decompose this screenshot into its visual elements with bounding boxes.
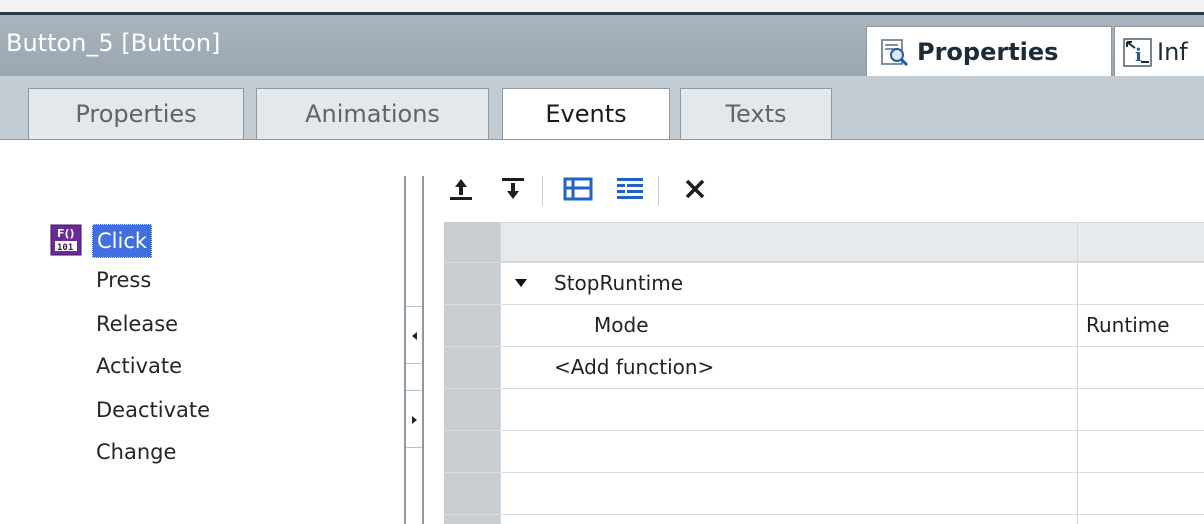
toolbar-separator	[542, 176, 543, 206]
function-name: StopRuntime	[554, 271, 684, 295]
functions-grid: StopRuntime Mode Runtime <Add function>	[444, 222, 1204, 524]
event-item-press[interactable]: Press	[96, 268, 151, 292]
tab-bar-bottom	[0, 139, 1204, 163]
event-item-release[interactable]: Release	[96, 312, 178, 336]
add-function-link[interactable]: <Add function>	[554, 355, 714, 379]
table-row-empty	[444, 472, 1204, 513]
tab-properties[interactable]: Properties	[28, 88, 244, 139]
table-row-empty	[444, 388, 1204, 429]
svg-text:F(): F()	[57, 227, 75, 240]
expand-right-button[interactable]	[406, 390, 422, 448]
expand-icon[interactable]	[562, 174, 593, 204]
event-item-activate[interactable]: Activate	[96, 354, 182, 378]
svg-text:101: 101	[57, 243, 73, 253]
info-icon: i	[1123, 38, 1152, 67]
delete-icon[interactable]	[680, 174, 710, 204]
grid-header	[444, 222, 1204, 262]
move-down-icon[interactable]	[498, 174, 528, 204]
inspector-tab-info-label: Inf	[1157, 38, 1188, 66]
events-list: F() 101 Click Press Release Activate Dea…	[0, 162, 404, 524]
tab-texts[interactable]: Texts	[680, 88, 832, 139]
inspector-tab-properties-label: Properties	[917, 38, 1059, 66]
event-item-change[interactable]: Change	[96, 440, 176, 464]
top-strip	[0, 0, 1204, 12]
move-up-icon[interactable]	[446, 174, 476, 204]
table-row-add-function[interactable]: <Add function>	[444, 346, 1204, 387]
tab-animations[interactable]: Animations	[256, 88, 489, 139]
event-click-label: Click	[92, 224, 153, 258]
window-title: Button_5 [Button]	[6, 29, 221, 57]
table-row-empty	[444, 514, 1204, 524]
table-row-stopruntime[interactable]: StopRuntime	[444, 262, 1204, 303]
event-item-deactivate[interactable]: Deactivate	[96, 398, 210, 422]
table-row-mode[interactable]: Mode Runtime	[444, 304, 1204, 345]
toolbar-separator	[658, 176, 659, 206]
arrow-left-icon	[412, 332, 417, 340]
table-row-empty	[444, 430, 1204, 471]
arrow-right-icon	[412, 416, 417, 424]
functions-toolbar	[424, 162, 1204, 222]
parameter-name: Mode	[594, 313, 649, 337]
magnifier-icon	[881, 39, 909, 67]
title-bar: Button_5 [Button] Properties i Inf	[0, 12, 1204, 79]
pane-splitter[interactable]	[404, 176, 424, 524]
inspector-tab-info[interactable]: i Inf	[1114, 26, 1204, 79]
collapse-left-button[interactable]	[406, 306, 422, 364]
svg-text:i: i	[1135, 45, 1142, 66]
chevron-down-icon[interactable]	[514, 277, 528, 289]
collapse-icon[interactable]	[614, 174, 644, 204]
inspector-tab-properties[interactable]: Properties	[866, 26, 1112, 79]
function-icon: F() 101	[50, 224, 82, 256]
parameter-value[interactable]: Runtime	[1086, 313, 1170, 337]
